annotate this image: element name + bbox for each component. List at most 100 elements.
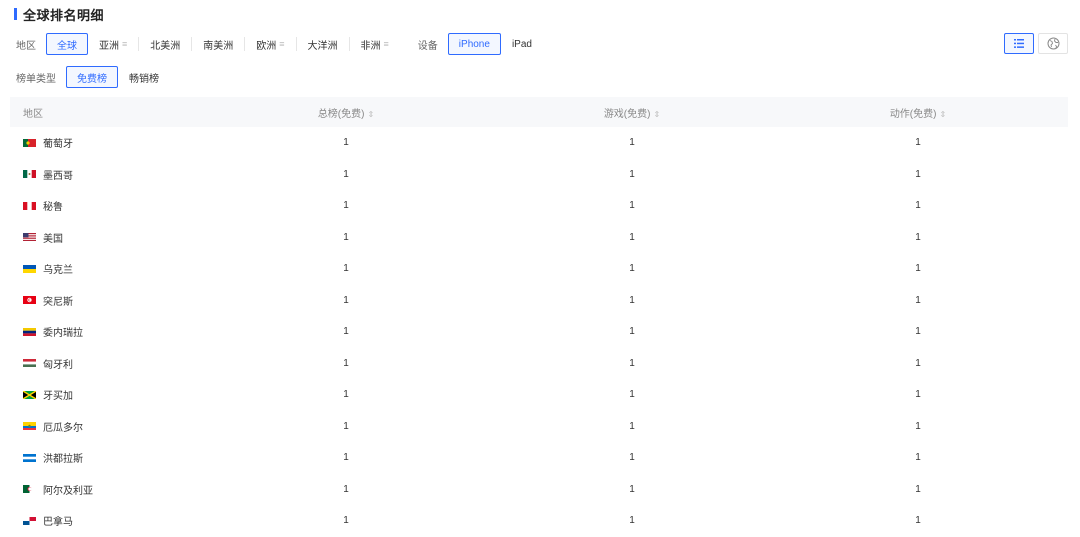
region-option-label: 亚洲	[99, 40, 119, 52]
country-name: 匈牙利	[43, 359, 73, 371]
rank-cell: 1	[915, 515, 921, 527]
header-action-free[interactable]: 动作(免费) ⇕	[775, 105, 1061, 120]
rank-cell: 1	[629, 420, 635, 432]
device-option-0[interactable]: iPhone	[447, 33, 501, 55]
view-toggle	[1000, 33, 1068, 54]
rank-cell: 1	[343, 294, 349, 306]
rank-cell: 1	[343, 231, 349, 243]
country-name: 突尼斯	[43, 296, 73, 308]
header-overall-free[interactable]: 总榜(免费) ⇕	[203, 105, 489, 120]
table-row: 墨西哥 1 1 1	[10, 159, 1068, 191]
flag-algeria-icon	[23, 485, 36, 494]
list-view-button[interactable]	[1004, 33, 1034, 54]
region-cell: 委内瑞拉	[10, 324, 203, 339]
sort-icon[interactable]: ⇕	[367, 110, 374, 119]
region-cell: 匈牙利	[10, 356, 203, 371]
region-option-5[interactable]: 大洋洲	[297, 33, 349, 55]
country-name: 秘鲁	[43, 202, 63, 214]
region-cell: 秘鲁	[10, 198, 203, 213]
country-name: 委内瑞拉	[43, 328, 83, 340]
header-games-free[interactable]: 游戏(免费) ⇕	[489, 105, 775, 120]
region-option-label: 北美洲	[150, 40, 181, 52]
region-option-label: 非洲	[360, 40, 381, 52]
rank-cell: 1	[629, 263, 635, 275]
rank-cell: 1	[343, 452, 349, 464]
table-body: 葡萄牙 1 1 1 墨西哥 1 1 1 秘鲁 1 1 1 美国 1 1 1 乌克兰 1 1 1 突尼斯 1 1 1 委内瑞拉 1 1…	[10, 127, 1068, 537]
rank-cell: 1	[343, 483, 349, 495]
table-header: 地区 总榜(免费) ⇕ 游戏(免费) ⇕ 动作(免费) ⇕	[10, 97, 1068, 127]
region-option-label: 南美洲	[203, 40, 234, 52]
region-cell: 葡萄牙	[10, 135, 203, 150]
rank-cell: 1	[915, 326, 921, 338]
region-device-filter-row: 地区 全球 亚洲 ≡ 北美洲 南美洲 欧洲 ≡ 大洋洲 非洲 ≡ 设备 iPhone iPad	[16, 32, 543, 56]
country-name: 美国	[43, 233, 63, 245]
rank-cell: 1	[629, 483, 635, 495]
country-name: 洪都拉斯	[43, 454, 83, 466]
list-type-option-label: 免费榜	[77, 73, 107, 85]
region-option-2[interactable]: 北美洲	[139, 33, 191, 55]
rank-cell: 1	[343, 168, 349, 180]
flag-honduras-icon	[23, 453, 36, 462]
rank-cell: 1	[343, 200, 349, 212]
flag-usa-icon	[23, 233, 36, 242]
rank-cell: 1	[629, 515, 635, 527]
region-option-label: 全球	[57, 40, 77, 52]
rank-cell: 1	[629, 168, 635, 180]
rank-cell: 1	[629, 231, 635, 243]
list-type-filter-row: 榜单类型 免费榜 畅销榜	[16, 65, 170, 89]
list-type-filter-label: 榜单类型	[16, 73, 56, 85]
table-row: 厄瓜多尔 1 1 1	[10, 411, 1068, 443]
region-option-3[interactable]: 南美洲	[192, 33, 244, 55]
page-title: 全球排名明细	[23, 7, 105, 23]
list-type-option-1[interactable]: 畅销榜	[118, 66, 170, 88]
flag-peru-icon	[23, 201, 36, 210]
region-option-6[interactable]: 非洲 ≡	[350, 33, 400, 55]
flag-tunisia-icon	[23, 296, 36, 305]
rank-cell: 1	[915, 200, 921, 212]
rank-cell: 1	[629, 137, 635, 149]
region-cell: 美国	[10, 230, 203, 245]
rank-cell: 1	[629, 389, 635, 401]
region-cell: 洪都拉斯	[10, 450, 203, 465]
rank-cell: 1	[343, 326, 349, 338]
flag-panama-icon	[23, 516, 36, 525]
menu-icon: ≡	[383, 39, 389, 49]
table-row: 巴拿马 1 1 1	[10, 505, 1068, 537]
rank-cell: 1	[915, 231, 921, 243]
flag-portugal-icon	[23, 138, 36, 147]
list-view-icon	[1014, 39, 1024, 48]
list-type-segmented-control: 免费榜 畅销榜	[66, 66, 170, 88]
map-view-button[interactable]	[1038, 33, 1068, 54]
device-option-label: iPhone	[458, 38, 490, 50]
device-option-1[interactable]: iPad	[501, 33, 543, 55]
rank-cell: 1	[915, 357, 921, 369]
region-filter-label: 地区	[16, 40, 36, 52]
rank-cell: 1	[343, 515, 349, 527]
region-option-label: 欧洲	[256, 40, 277, 52]
rank-cell: 1	[915, 483, 921, 495]
rank-cell: 1	[915, 294, 921, 306]
region-cell: 巴拿马	[10, 513, 203, 528]
rank-cell: 1	[915, 168, 921, 180]
region-option-4[interactable]: 欧洲 ≡	[245, 33, 295, 55]
region-cell: 突尼斯	[10, 293, 203, 308]
flag-ecuador-icon	[23, 422, 36, 431]
country-name: 巴拿马	[43, 517, 73, 529]
sort-icon[interactable]: ⇕	[653, 110, 660, 119]
rank-cell: 1	[915, 389, 921, 401]
rank-cell: 1	[629, 294, 635, 306]
list-type-option-label: 畅销榜	[129, 73, 159, 85]
sort-icon[interactable]: ⇕	[939, 110, 946, 119]
region-option-0[interactable]: 全球	[46, 33, 88, 55]
table-row: 阿尔及利亚 1 1 1	[10, 474, 1068, 506]
region-option-1[interactable]: 亚洲 ≡	[88, 33, 138, 55]
region-cell: 墨西哥	[10, 167, 203, 182]
rank-cell: 1	[915, 263, 921, 275]
flag-hungary-icon	[23, 359, 36, 368]
rank-cell: 1	[343, 357, 349, 369]
menu-icon: ≡	[122, 39, 128, 49]
rank-cell: 1	[629, 357, 635, 369]
list-type-option-0[interactable]: 免费榜	[66, 66, 118, 88]
table-row: 委内瑞拉 1 1 1	[10, 316, 1068, 348]
rank-cell: 1	[629, 326, 635, 338]
